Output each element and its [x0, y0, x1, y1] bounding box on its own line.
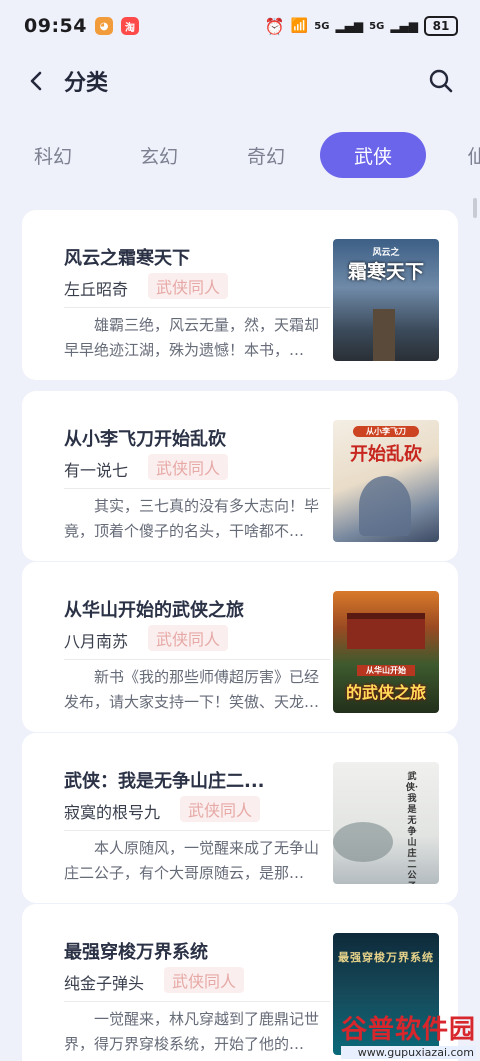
book-card[interactable]: 风云之霜寒天下 左丘昭奇 武侠同人 雄霸三绝，风云无量，然，天霜却早早绝迹江湖，… [22, 210, 458, 380]
book-author: 八月南苏 [64, 632, 129, 651]
cover-title: 霜寒天下 [347, 261, 424, 283]
book-author: 左丘昭奇 [64, 280, 129, 299]
book-card[interactable]: 从华山开始的武侠之旅 八月南苏 武侠同人 新书《我的那些师傅超厉害》已经发布，请… [22, 562, 458, 732]
cover-subtitle: 从华山开始 [357, 665, 415, 676]
tab-wuxia[interactable]: 武侠 [320, 132, 426, 178]
taobao-app-icon: 淘 [120, 17, 139, 35]
cover-title: 的武侠之旅 [345, 683, 426, 702]
back-arrow-icon[interactable] [26, 70, 48, 92]
header: 分类 [0, 56, 480, 106]
divider [64, 659, 330, 660]
site-watermark: 谷普软件园 www.gupuxiazai.com [340, 1009, 476, 1059]
book-author: 寂寞的根号九 [64, 803, 161, 822]
cover-building [347, 613, 425, 649]
book-description: 新书《我的那些师傅超厉害》已经发布，请大家支持一下！笑傲、天龙… [64, 668, 320, 711]
book-description: 雄霸三绝，风云无量，然，天霜却早早绝迹江湖，殊为遗憾！本书，… [64, 316, 320, 359]
book-cover: 武侠·我是无争山庄二公子 [333, 762, 439, 884]
signal-bars-2-icon: ▂▄▆ [390, 19, 418, 33]
cover-ink-branch [333, 822, 393, 862]
genre-tag: 武侠同人 [180, 796, 261, 822]
cover-subtitle: 从小李飞刀 [353, 426, 419, 437]
book-description: 一觉醒来，林凡穿越到了鹿鼎记世界，得万界穿梭系统，开始了他的… [64, 1010, 320, 1053]
cover-tower [373, 309, 395, 361]
divider [64, 488, 330, 489]
status-time: 09:54 [24, 15, 87, 37]
signal-2-icon: 5G [369, 20, 385, 32]
book-title: 从华山开始的武侠之旅 [64, 600, 244, 621]
status-bar: 09:54 ◕ 淘 ⏰ 📶 5G ▂▄▆ 5G ▂▄▆ 81 [0, 0, 480, 52]
tab-fantasy[interactable]: 奇幻 [213, 132, 319, 178]
page-title: 分类 [64, 71, 109, 96]
notification-app-icon: ◕ [94, 17, 113, 35]
cover-title: 开始乱砍 [350, 444, 422, 465]
tab-xianxia[interactable]: 仙 [424, 132, 480, 178]
watermark-logo-text: 谷普软件园 [340, 1015, 476, 1045]
wifi-icon: 📶 [290, 18, 309, 34]
book-card[interactable]: 武侠：我是无争山庄二... 寂寞的根号九 武侠同人 本人原随风，一觉醒来成了无争… [22, 733, 458, 903]
cover-title: 武侠·我是无争山庄二公子 [405, 772, 419, 884]
signal-1-icon: 5G [314, 20, 330, 32]
genre-tag: 武侠同人 [148, 273, 229, 299]
genre-tag: 武侠同人 [148, 625, 229, 651]
divider [64, 830, 330, 831]
tab-xuanhuan[interactable]: 玄幻 [106, 132, 212, 178]
book-title: 从小李飞刀开始乱砍 [64, 429, 226, 450]
book-title: 武侠：我是无争山庄二... [64, 771, 265, 792]
book-title: 风云之霜寒天下 [64, 248, 190, 269]
divider [64, 1001, 330, 1002]
cover-title: 最强穿梭万界系统 [338, 951, 434, 964]
book-author: 有一说七 [64, 461, 129, 480]
watermark-url: www.gupuxiazai.com [340, 1046, 476, 1059]
genre-tag: 武侠同人 [164, 967, 245, 993]
divider [64, 307, 330, 308]
scrollbar[interactable] [473, 198, 477, 218]
book-cover: 风云之 霜寒天下 [333, 239, 439, 361]
battery-indicator: 81 [424, 16, 458, 36]
alarm-icon: ⏰ [264, 16, 285, 36]
search-icon[interactable] [428, 68, 454, 94]
tab-scifi[interactable]: 科幻 [0, 132, 106, 178]
category-tabs: 科幻 玄幻 奇幻 武侠 仙 [0, 132, 480, 180]
book-title: 最强穿梭万界系统 [64, 942, 208, 963]
signal-bars-1-icon: ▂▄▆ [335, 19, 364, 33]
status-icons: ⏰ 📶 5G ▂▄▆ 5G ▂▄▆ 81 [265, 16, 458, 36]
cover-swordsman [359, 476, 411, 536]
book-author: 纯金子弹头 [64, 974, 145, 993]
book-cover: 从小李飞刀 开始乱砍 [333, 420, 439, 542]
book-card[interactable]: 从小李飞刀开始乱砍 有一说七 武侠同人 其实，三七真的没有多大志向！毕竟，顶着个… [22, 391, 458, 561]
book-cover: 从华山开始 的武侠之旅 [333, 591, 439, 713]
book-description: 本人原随风，一觉醒来成了无争山庄二公子，有个大哥原随云，是那… [64, 839, 320, 882]
book-description: 其实，三七真的没有多大志向！毕竟，顶着个傻子的名头，干啥都不… [64, 497, 320, 540]
genre-tag: 武侠同人 [148, 454, 229, 480]
